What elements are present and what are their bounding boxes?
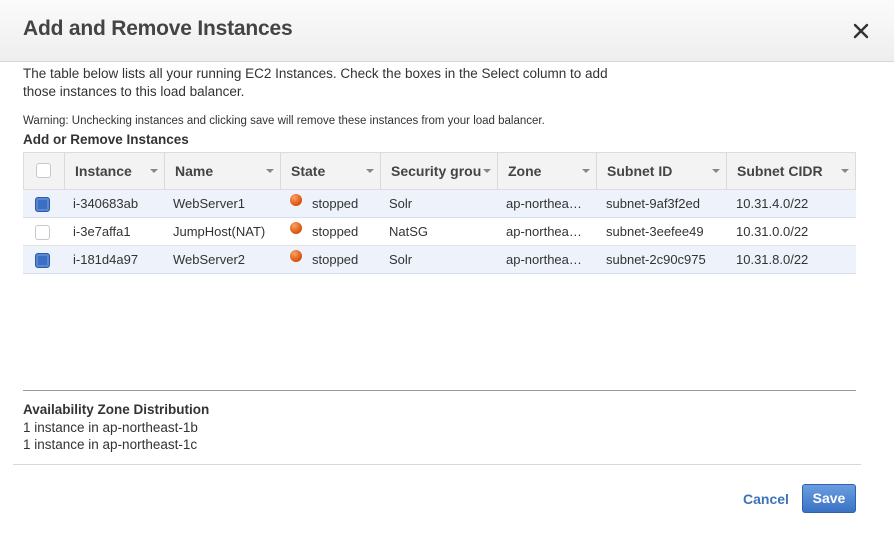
instance-name: JumpHost(NAT) <box>173 224 266 239</box>
instance-state: stopped <box>312 196 359 211</box>
table-row[interactable]: i-340683ab WebServer1 stopped Solr ap-no… <box>23 190 856 218</box>
zone: ap-northea… <box>506 196 582 211</box>
column-header-instance[interactable]: Instance <box>65 153 165 189</box>
stopped-status-icon <box>290 250 302 262</box>
instance-id: i-340683ab <box>73 196 139 211</box>
footer-divider <box>13 464 861 465</box>
instance-name: WebServer1 <box>173 196 246 211</box>
dialog-header: Add and Remove Instances <box>0 0 894 62</box>
table-row[interactable]: i-3e7affa1 JumpHost(NAT) stopped NatSG a… <box>23 218 856 246</box>
column-header-subnet-cidr[interactable]: Subnet CIDR <box>727 153 855 189</box>
instances-table: Instance Name State Security grou Zone S… <box>23 152 856 391</box>
sort-caret-icon <box>150 169 158 173</box>
sort-caret-icon <box>266 169 274 173</box>
column-header-subnet-id[interactable]: Subnet ID <box>597 153 727 189</box>
subnet-cidr: 10.31.8.0/22 <box>736 252 809 267</box>
row-checkbox[interactable] <box>35 197 50 212</box>
sort-caret-icon <box>841 169 849 173</box>
subnet-id: subnet-3eefee49 <box>606 224 704 239</box>
subnet-id: subnet-9af3f2ed <box>606 196 700 211</box>
availability-zone-distribution: Availability Zone Distribution 1 instanc… <box>23 401 209 454</box>
column-header-security-group[interactable]: Security grou <box>381 153 498 189</box>
subnet-cidr: 10.31.0.0/22 <box>736 224 809 239</box>
dialog-title: Add and Remove Instances <box>23 17 293 40</box>
security-group: NatSG <box>389 224 429 239</box>
save-button[interactable]: Save <box>802 484 856 513</box>
subnet-id: subnet-2c90c975 <box>606 252 706 267</box>
distribution-line: 1 instance in ap-northeast-1c <box>23 437 198 452</box>
sort-caret-icon <box>582 169 590 173</box>
intro-text: The table below lists all your running E… <box>23 66 608 99</box>
instance-id: i-181d4a97 <box>73 252 139 267</box>
cancel-button[interactable]: Cancel <box>743 491 789 507</box>
add-remove-instances-dialog: Add and Remove Instances The table below… <box>0 0 894 533</box>
select-all-column <box>24 153 65 189</box>
table-header: Instance Name State Security grou Zone S… <box>23 152 856 190</box>
sort-caret-icon <box>366 169 374 173</box>
warning-text: Warning: Unchecking instances and clicki… <box>23 115 545 127</box>
stopped-status-icon <box>290 194 302 206</box>
stopped-status-icon <box>290 222 302 234</box>
row-checkbox[interactable] <box>35 225 50 240</box>
distribution-title: Availability Zone Distribution <box>23 402 210 417</box>
instance-state: stopped <box>312 224 359 239</box>
close-icon[interactable] <box>848 18 874 44</box>
column-header-name[interactable]: Name <box>165 153 281 189</box>
select-all-checkbox[interactable] <box>36 163 51 178</box>
sort-caret-icon <box>712 169 720 173</box>
column-header-zone[interactable]: Zone <box>498 153 597 189</box>
security-group: Solr <box>389 252 413 267</box>
instance-state: stopped <box>312 252 359 267</box>
zone: ap-northea… <box>506 224 582 239</box>
row-checkbox[interactable] <box>35 253 50 268</box>
distribution-line: 1 instance in ap-northeast-1b <box>23 419 198 435</box>
section-title: Add or Remove Instances <box>23 132 189 147</box>
security-group: Solr <box>389 196 413 211</box>
sort-caret-icon <box>483 169 491 173</box>
zone: ap-northea… <box>506 252 582 267</box>
instance-id: i-3e7affa1 <box>73 224 131 239</box>
table-row[interactable]: i-181d4a97 WebServer2 stopped Solr ap-no… <box>23 246 856 274</box>
subnet-cidr: 10.31.4.0/22 <box>736 196 809 211</box>
instance-name: WebServer2 <box>173 252 246 267</box>
column-header-state[interactable]: State <box>281 153 381 189</box>
